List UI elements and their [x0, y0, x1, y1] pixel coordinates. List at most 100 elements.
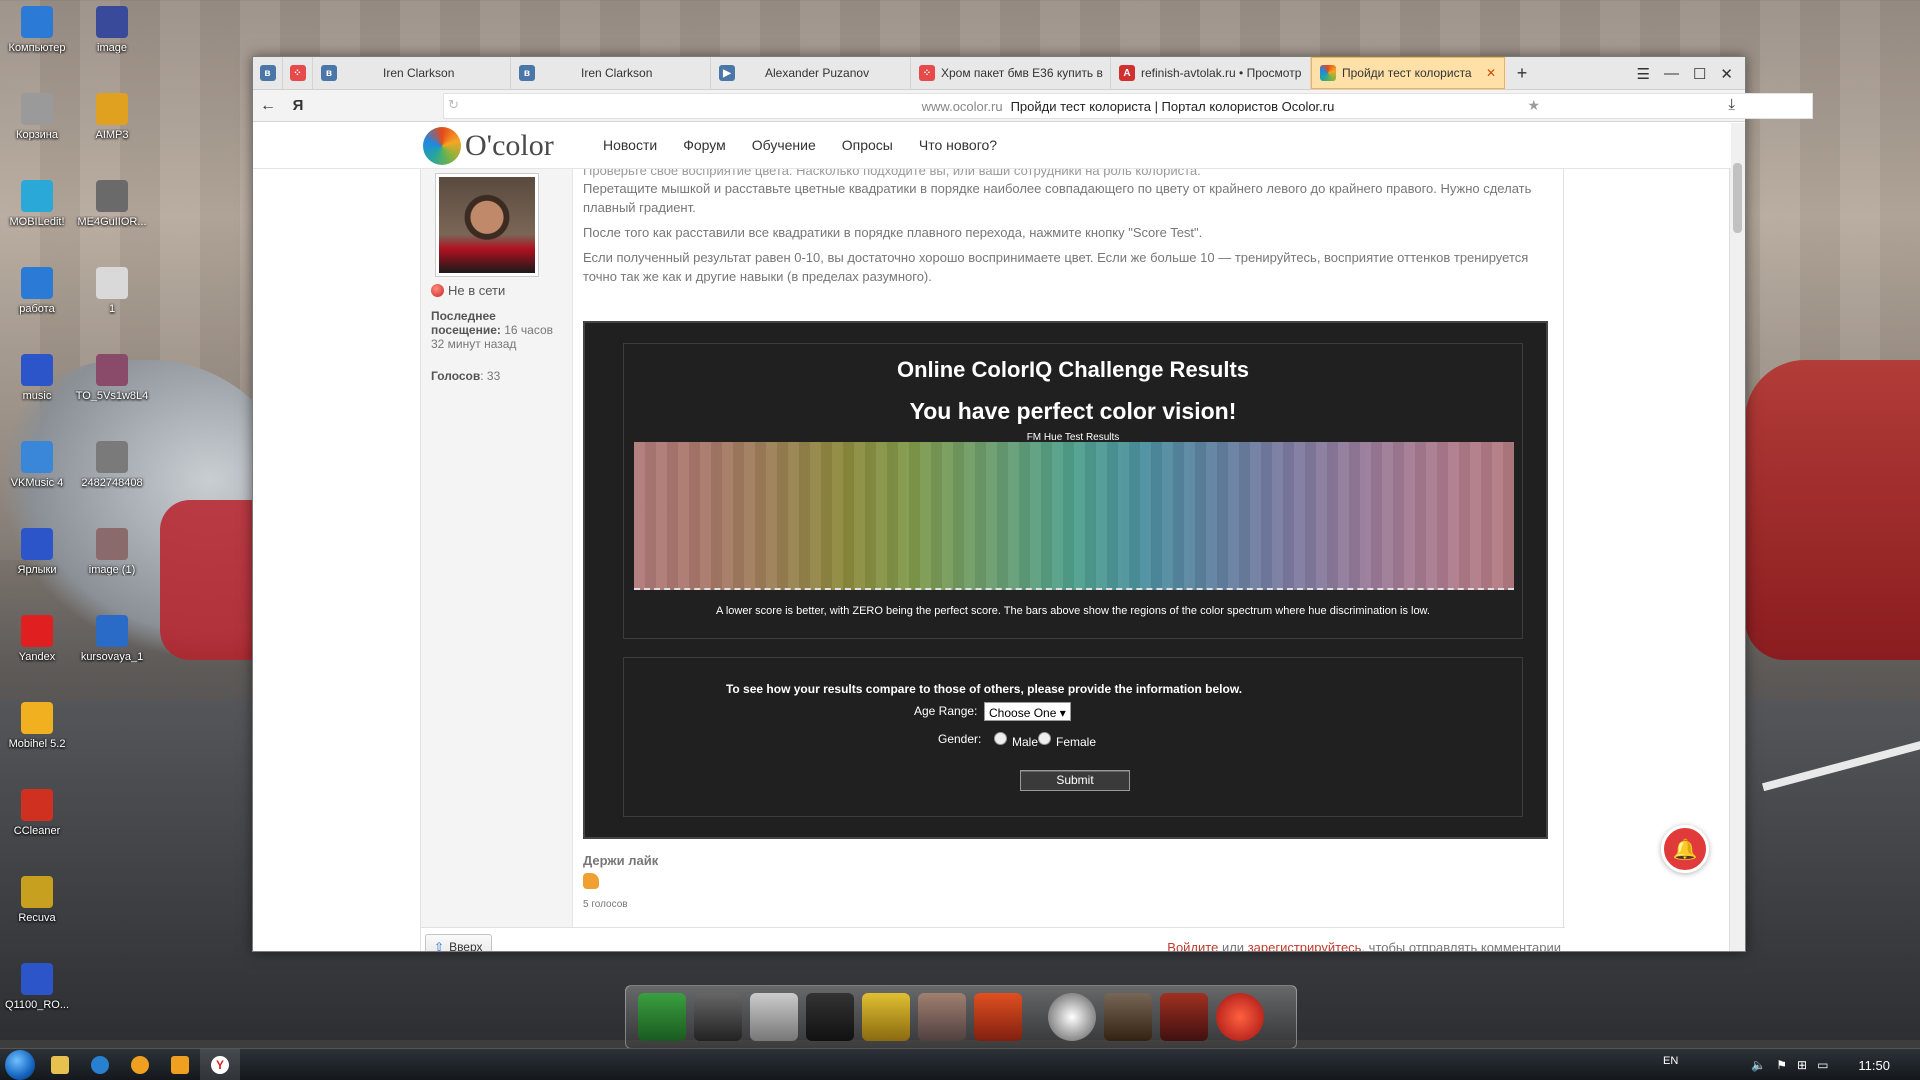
thumbs-up-icon[interactable] [583, 873, 599, 889]
reload-icon[interactable]: ↻ [448, 97, 459, 113]
ocolor-icon [1320, 65, 1336, 81]
male-radio[interactable] [994, 732, 1007, 745]
page-scrollbar[interactable] [1729, 123, 1745, 951]
desktop-icon-label: kursovaya_1 [80, 651, 144, 663]
tab-alexander[interactable]: ▶ Alexander Puzanov [711, 57, 911, 89]
desktop-icon[interactable]: работа [0, 267, 76, 315]
login-link[interactable]: Войдите [1167, 940, 1218, 951]
desktop-icon-label: Yandex [18, 651, 56, 663]
tab-iren-2[interactable]: в Iren Clarkson [511, 57, 711, 89]
desktop-icon[interactable]: TO_5Vs1w8L4 [73, 354, 151, 402]
nav-whats-new[interactable]: Что нового? [919, 137, 997, 153]
app-icon [21, 876, 53, 908]
tab-dots-pinned[interactable]: ⁘ [283, 57, 313, 89]
dock-robot-icon[interactable] [1160, 993, 1208, 1041]
taskbar-explorer[interactable] [40, 1049, 80, 1080]
nav-learning[interactable]: Обучение [752, 137, 816, 153]
dock-tv-icon[interactable] [638, 993, 686, 1041]
page-viewport: O'color Новости Форум Обучение Опросы Чт… [253, 123, 1731, 951]
desktop-icon[interactable]: Компьютер [0, 6, 76, 54]
desktop-icon[interactable]: Q1100_RO... [0, 963, 76, 1011]
close-tab-icon[interactable]: ✕ [1486, 66, 1496, 80]
dropdown-arrow-icon: ▾ [1059, 706, 1066, 720]
female-radio[interactable] [1038, 732, 1051, 745]
age-select[interactable]: Choose One ▾ [984, 702, 1071, 721]
minimize-icon[interactable]: — [1664, 65, 1679, 82]
download-icon[interactable]: ⤓ [1728, 96, 1735, 113]
results-title: Online ColorIQ Challenge Results [896, 357, 1250, 382]
dock-photos-icon[interactable] [918, 993, 966, 1041]
login-or: или [1218, 940, 1248, 951]
site-logo[interactable]: O'color [423, 127, 554, 165]
desktop-icon[interactable]: MOBILedit! [0, 180, 76, 228]
app-icon [21, 180, 53, 212]
taskbar-ie[interactable] [80, 1049, 120, 1080]
system-tray: 🔈 ⚑ ⊞ ▭ 11:50 [1751, 1049, 1920, 1080]
app-icon [21, 6, 53, 38]
volume-icon[interactable]: 🔈 [1751, 1058, 1766, 1072]
desktop-icon[interactable]: Recuva [0, 876, 76, 924]
desktop-icon[interactable]: Yandex [0, 615, 76, 663]
folder-icon [51, 1055, 69, 1074]
clock[interactable]: 11:50 [1858, 1058, 1890, 1073]
tab-refinish[interactable]: Arefinish-avtolak.ru • Просмотр [1111, 57, 1311, 89]
tab-chrome-bmw[interactable]: ⁘ Хром пакет бмв Е36 купить в [911, 57, 1111, 89]
close-window-icon[interactable]: ✕ [1720, 65, 1733, 83]
new-tab-button[interactable]: + [1505, 57, 1539, 89]
desktop-icon[interactable]: VKMusic 4 [0, 441, 76, 489]
desktop-icon[interactable]: image (1) [73, 528, 151, 576]
ie-icon [91, 1055, 109, 1074]
dock-power-icon[interactable] [1216, 993, 1264, 1041]
dock-phone-icon[interactable] [694, 993, 742, 1041]
desktop-icon[interactable]: Корзина [0, 93, 76, 141]
url-field[interactable]: www.ocolor.ru Пройди тест колориста | По… [443, 93, 1813, 119]
desktop-icon[interactable]: ME4GuIIOR... [73, 180, 151, 228]
submit-button[interactable]: Submit [1020, 770, 1130, 791]
desktop-icon[interactable]: CCleaner [0, 789, 76, 837]
desktop-icon[interactable]: image [73, 6, 151, 54]
dock-badge-icon[interactable] [974, 993, 1022, 1041]
back-arrow-icon[interactable]: ← [253, 97, 283, 115]
desktop-icon[interactable]: Mobihel 5.2 [0, 702, 76, 750]
network-icon[interactable]: ▭ [1817, 1058, 1828, 1072]
tab-label: Alexander Puzanov [765, 66, 870, 80]
maximize-icon[interactable]: ☐ [1693, 65, 1706, 83]
desktop-icon[interactable]: 2482748408 [73, 441, 151, 489]
taskbar-media[interactable] [160, 1049, 200, 1080]
desktop-icon[interactable]: AIMP3 [73, 93, 151, 141]
avatar[interactable] [435, 173, 539, 277]
taskbar-aimp[interactable] [120, 1049, 160, 1080]
yandex-icon[interactable]: Я [283, 97, 313, 114]
nav-forum[interactable]: Форум [683, 137, 726, 153]
dock-clock-icon[interactable] [1048, 993, 1096, 1041]
dock-safe-icon[interactable] [806, 993, 854, 1041]
dock-monitor-icon[interactable] [1104, 993, 1152, 1041]
windows-icon[interactable]: ⊞ [1797, 1058, 1807, 1072]
desktop-icon[interactable]: music [0, 354, 76, 402]
desktop-icon-label: CCleaner [13, 825, 61, 837]
flag-icon[interactable]: ⚑ [1776, 1058, 1787, 1072]
tab-ocolor[interactable]: Пройди тест колориста ✕ [1311, 57, 1505, 89]
bookmark-star-icon[interactable]: ★ [1527, 97, 1540, 114]
tab-iren-1[interactable]: в Iren Clarkson [313, 57, 511, 89]
dock-satellite-icon[interactable] [750, 993, 798, 1041]
taskbar-yandex[interactable]: Y [200, 1048, 240, 1080]
scroll-up-button[interactable]: ⇧ Вверх [425, 934, 492, 951]
tab-vk-pinned[interactable]: в [253, 57, 283, 89]
register-link[interactable]: зарегистрируйтесь [1248, 940, 1362, 951]
nav-polls[interactable]: Опросы [842, 137, 893, 153]
menu-icon[interactable]: ☰ [1637, 65, 1650, 83]
start-button[interactable] [0, 1049, 40, 1080]
language-indicator[interactable]: EN [1663, 1055, 1678, 1067]
desktop-icon[interactable]: kursovaya_1 [73, 615, 151, 663]
app-icon [96, 354, 128, 386]
vk-icon: в [321, 65, 337, 81]
scroll-thumb[interactable] [1733, 163, 1742, 233]
desktop-icon[interactable]: 1 [73, 267, 151, 315]
notification-bell-icon[interactable]: 🔔 [1661, 825, 1709, 873]
desktop-icon[interactable]: Ярлыки [0, 528, 76, 576]
votes-label: Голосов [431, 369, 481, 383]
votes-value: : 33 [480, 369, 501, 383]
dock-car-icon[interactable] [862, 993, 910, 1041]
nav-news[interactable]: Новости [603, 137, 657, 153]
